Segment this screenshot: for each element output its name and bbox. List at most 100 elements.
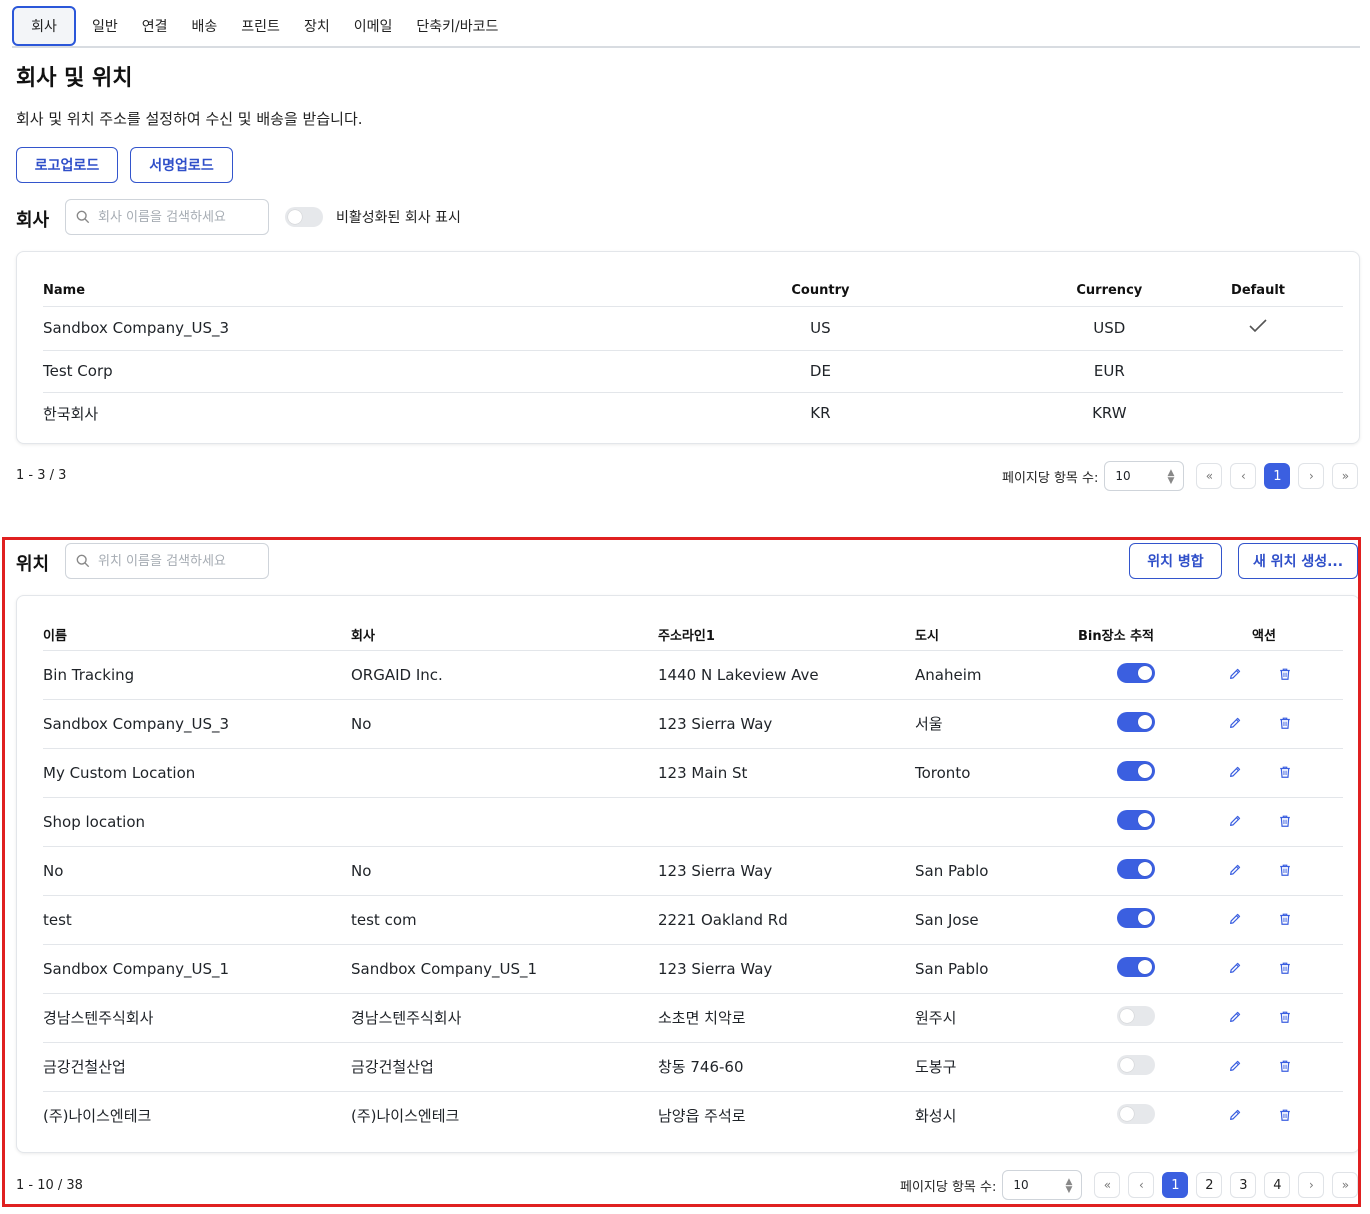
show-inactive-toggle-row: 비활성화된 회사 표시 bbox=[285, 207, 461, 227]
edit-icon[interactable] bbox=[1226, 1008, 1244, 1026]
bin-tracking-toggle[interactable] bbox=[1117, 1005, 1155, 1026]
col-header-bin-tracking[interactable]: Bin장소 추적 bbox=[1062, 612, 1224, 651]
edit-cell bbox=[1224, 993, 1274, 1043]
location-row[interactable]: My Custom Location 123 Main St Toronto bbox=[43, 748, 1343, 798]
location-row[interactable]: Shop location bbox=[43, 797, 1343, 847]
location-row[interactable]: (주)나이스엔테크 (주)나이스엔테크 남양읍 주석로 화성시 bbox=[43, 1091, 1343, 1140]
location-row[interactable]: test test com 2221 Oakland Rd San Jose bbox=[43, 895, 1343, 945]
col-header-city[interactable]: 도시 bbox=[915, 612, 1062, 651]
delete-icon[interactable] bbox=[1276, 1057, 1294, 1075]
location-row[interactable]: 경남스텐주식회사 경남스텐주식회사 소초면 치악로 원주시 bbox=[43, 993, 1343, 1043]
company-section-label: 회사 bbox=[16, 210, 50, 231]
tab-5[interactable]: 장치 bbox=[292, 6, 342, 46]
location-city: Toronto bbox=[915, 748, 1062, 798]
tab-2[interactable]: 연결 bbox=[130, 6, 180, 46]
location-address: 1440 N Lakeview Ave bbox=[658, 650, 915, 700]
delete-icon[interactable] bbox=[1276, 1106, 1294, 1124]
location-row[interactable]: Bin Tracking ORGAID Inc. 1440 N Lakeview A… bbox=[43, 650, 1343, 700]
col-header-company[interactable]: 회사 bbox=[351, 612, 658, 651]
next-page-button[interactable]: › bbox=[1298, 463, 1325, 489]
tab-3[interactable]: 배송 bbox=[180, 6, 230, 46]
location-name: Shop location bbox=[43, 797, 351, 847]
bin-tracking-cell bbox=[1062, 944, 1170, 994]
edit-icon[interactable] bbox=[1226, 1057, 1244, 1075]
show-inactive-toggle[interactable] bbox=[285, 207, 323, 227]
location-city: San Pablo bbox=[915, 944, 1062, 994]
edit-icon[interactable] bbox=[1226, 763, 1244, 781]
edit-icon[interactable] bbox=[1226, 812, 1244, 830]
company-row[interactable]: 한국회사 KR KRW bbox=[43, 392, 1343, 434]
tab-6[interactable]: 이메일 bbox=[342, 6, 405, 46]
location-row[interactable]: Sandbox Company_US_1 Sandbox Company_US_1… bbox=[43, 944, 1343, 994]
logo-upload-button[interactable]: 로고업로드 bbox=[16, 147, 118, 183]
bin-tracking-toggle[interactable] bbox=[1117, 858, 1155, 879]
delete-icon[interactable] bbox=[1276, 910, 1294, 928]
delete-icon[interactable] bbox=[1276, 714, 1294, 732]
per-page-select[interactable]: 10 ▲ ▼ bbox=[1002, 1170, 1083, 1200]
tab-1[interactable]: 일반 bbox=[78, 6, 130, 46]
location-name: Sandbox Company_US_1 bbox=[43, 944, 351, 994]
bin-tracking-toggle[interactable] bbox=[1117, 711, 1155, 732]
page-button[interactable]: 1 bbox=[1162, 1172, 1189, 1198]
next-page-button[interactable]: › bbox=[1298, 1172, 1325, 1198]
col-header-address[interactable]: 주소라인1 bbox=[658, 612, 915, 651]
edit-icon[interactable] bbox=[1226, 665, 1244, 683]
col-header-country[interactable]: Country bbox=[786, 268, 855, 307]
merge-location-button[interactable]: 위치 병합 bbox=[1129, 543, 1222, 579]
col-header-name[interactable]: Name bbox=[43, 268, 787, 307]
location-search-input[interactable] bbox=[98, 553, 258, 569]
tab-7[interactable]: 단축키/바코드 bbox=[404, 6, 510, 46]
delete-icon[interactable] bbox=[1276, 812, 1294, 830]
last-page-button[interactable]: » bbox=[1332, 1172, 1359, 1198]
edit-icon[interactable] bbox=[1226, 1106, 1244, 1124]
prev-page-button[interactable]: ‹ bbox=[1128, 1172, 1155, 1198]
bin-tracking-toggle[interactable] bbox=[1117, 1054, 1155, 1075]
tab-4[interactable]: 프린트 bbox=[229, 6, 292, 46]
page-button[interactable]: 2 bbox=[1196, 1172, 1223, 1198]
company-row[interactable]: Sandbox Company_US_3 US USD bbox=[43, 306, 1343, 351]
location-company: test com bbox=[351, 895, 658, 945]
col-header-currency[interactable]: Currency bbox=[1045, 268, 1174, 307]
location-company: Sandbox Company_US_1 bbox=[351, 944, 658, 994]
first-page-button[interactable]: « bbox=[1196, 463, 1223, 489]
signature-upload-button[interactable]: 서명업로드 bbox=[130, 147, 233, 183]
bin-tracking-toggle[interactable] bbox=[1117, 1103, 1155, 1124]
bin-tracking-cell bbox=[1062, 650, 1170, 700]
company-search-input[interactable] bbox=[98, 209, 258, 225]
last-page-button[interactable]: » bbox=[1332, 463, 1359, 489]
company-row[interactable]: Test Corp DE EUR bbox=[43, 350, 1343, 393]
first-page-button[interactable]: « bbox=[1094, 1172, 1121, 1198]
location-row[interactable]: Sandbox Company_US_3 No 123 Sierra Way 서울 bbox=[43, 699, 1343, 749]
bin-tracking-cell bbox=[1062, 993, 1170, 1043]
col-header-default[interactable]: Default bbox=[1173, 268, 1343, 307]
delete-icon[interactable] bbox=[1276, 861, 1294, 879]
bin-tracking-toggle[interactable] bbox=[1117, 760, 1155, 781]
page-button[interactable]: 3 bbox=[1230, 1172, 1257, 1198]
bin-tracking-toggle[interactable] bbox=[1117, 662, 1155, 683]
bin-tracking-toggle[interactable] bbox=[1117, 809, 1155, 830]
delete-icon[interactable] bbox=[1276, 665, 1294, 683]
create-location-button[interactable]: 새 위치 생성... bbox=[1238, 543, 1358, 579]
edit-icon[interactable] bbox=[1226, 910, 1244, 928]
edit-cell bbox=[1224, 944, 1274, 994]
delete-icon[interactable] bbox=[1276, 1008, 1294, 1026]
bin-tracking-toggle[interactable] bbox=[1117, 907, 1155, 928]
location-name: (주)나이스엔테크 bbox=[43, 1107, 152, 1126]
edit-cell bbox=[1224, 1091, 1274, 1140]
location-city bbox=[915, 797, 1062, 847]
edit-icon[interactable] bbox=[1226, 861, 1244, 879]
col-header-name[interactable]: 이름 bbox=[43, 612, 351, 651]
location-row[interactable]: 금강건철산업 금강건철산업 창동 746-60 도봉구 bbox=[43, 1042, 1343, 1092]
prev-page-button[interactable]: ‹ bbox=[1230, 463, 1257, 489]
location-row[interactable]: No No 123 Sierra Way San Pablo bbox=[43, 846, 1343, 896]
bin-tracking-toggle[interactable] bbox=[1117, 956, 1155, 977]
tab-0[interactable]: 회사 bbox=[12, 6, 76, 46]
edit-icon[interactable] bbox=[1226, 714, 1244, 732]
page-button[interactable]: 4 bbox=[1264, 1172, 1291, 1198]
page-button[interactable]: 1 bbox=[1264, 463, 1291, 489]
edit-icon[interactable] bbox=[1226, 959, 1244, 977]
per-page-select[interactable]: 10 ▲ ▼ bbox=[1104, 461, 1185, 491]
delete-icon[interactable] bbox=[1276, 763, 1294, 781]
location-name: Bin Tracking bbox=[43, 650, 351, 700]
delete-icon[interactable] bbox=[1276, 959, 1294, 977]
